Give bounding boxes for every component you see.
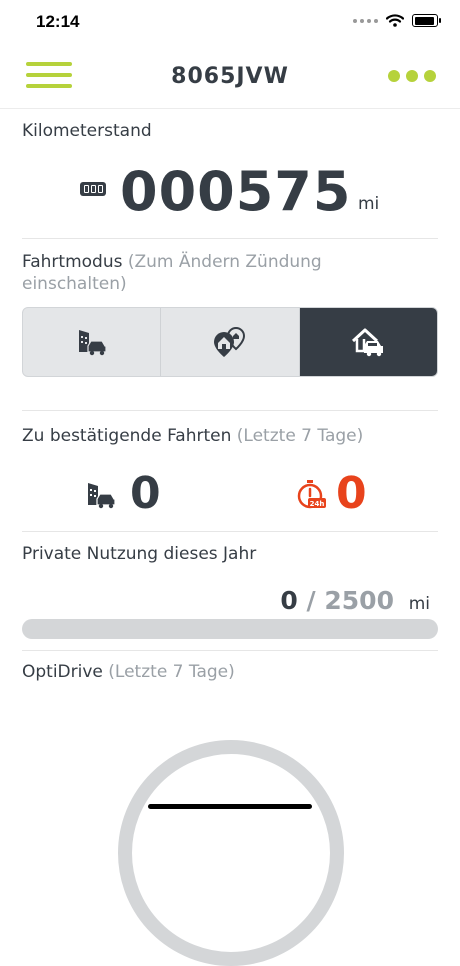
optidrive-label: OptiDrive (Letzte 7 Tage) <box>22 662 235 682</box>
drive-mode-business-button[interactable] <box>23 308 162 376</box>
private-usage-separator: / <box>306 586 316 615</box>
location-home-icon <box>213 326 245 357</box>
home-car-icon <box>352 328 384 357</box>
private-usage-value: 0 / 2500 mi <box>280 586 430 615</box>
drive-mode-selector[interactable] <box>22 307 438 377</box>
business-trips-count: 0 <box>130 468 161 519</box>
more-options-button[interactable] <box>388 70 436 82</box>
divider <box>22 531 438 532</box>
optidrive-title: OptiDrive <box>22 662 103 682</box>
wifi-icon <box>386 14 404 27</box>
status-icons <box>353 14 441 27</box>
private-usage-label: Private Nutzung dieses Jahr <box>22 544 257 564</box>
divider <box>22 238 438 239</box>
private-usage-limit: 2500 <box>324 586 394 615</box>
odometer-icon <box>80 182 106 196</box>
trips-title: Zu bestätigende Fahrten <box>22 426 232 446</box>
private-usage-unit: mi <box>408 594 430 614</box>
svg-text:24h: 24h <box>310 500 325 508</box>
optidrive-gauge[interactable] <box>118 740 344 966</box>
battery-icon <box>412 14 441 27</box>
header-divider <box>0 108 460 109</box>
private-usage-progress-bar <box>22 619 438 639</box>
private-usage-used: 0 <box>280 586 298 615</box>
more-dots-icon <box>388 70 400 82</box>
overdue-trips-counter[interactable]: 24h 0 <box>296 468 367 519</box>
home-indicator[interactable] <box>148 804 312 809</box>
drive-mode-label: Fahrtmodus (Zum Ändern Zündung einschalt… <box>22 251 422 295</box>
building-car-icon <box>88 482 116 508</box>
drive-mode-title: Fahrtmodus <box>22 252 123 272</box>
stopwatch-24h-icon: 24h <box>297 479 326 508</box>
optidrive-hint: (Letzte 7 Tage) <box>108 662 235 682</box>
trips-label: Zu bestätigende Fahrten (Letzte 7 Tage) <box>22 426 363 446</box>
overdue-trips-count: 0 <box>336 468 367 519</box>
drive-mode-commute-button[interactable] <box>161 308 300 376</box>
odometer-label: Kilometerstand <box>22 121 152 141</box>
trips-hint: (Letzte 7 Tage) <box>236 426 364 446</box>
divider <box>22 650 438 651</box>
odometer-value: 000575 <box>120 160 352 223</box>
odometer-unit: mi <box>358 194 380 214</box>
signal-icon <box>353 18 378 23</box>
status-time: 12:14 <box>36 12 80 31</box>
business-trips-counter[interactable]: 0 <box>86 468 161 519</box>
drive-mode-private-button[interactable] <box>299 308 437 376</box>
divider <box>22 410 438 411</box>
building-car-icon <box>78 330 107 356</box>
